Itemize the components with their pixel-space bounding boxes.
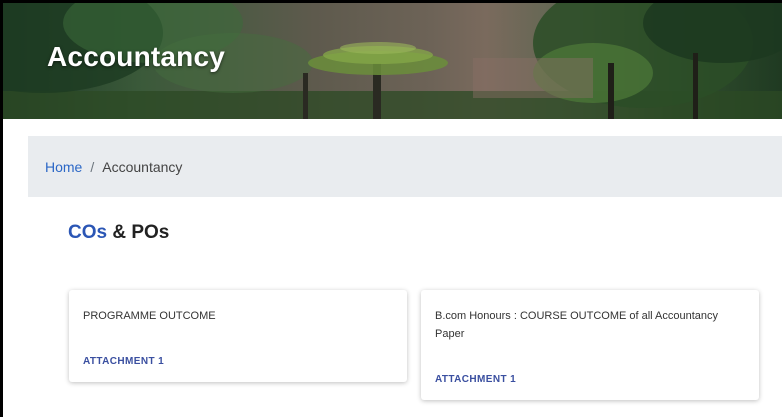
- outcome-card: B.com Honours : COURSE OUTCOME of all Ac…: [421, 290, 759, 400]
- breadcrumb: Home / Accountancy: [28, 136, 782, 197]
- section-heading-rest: & POs: [107, 222, 170, 243]
- card-title: PROGRAMME OUTCOME: [83, 310, 216, 322]
- outcome-card: PROGRAMME OUTCOME ATTACHMENT 1: [69, 290, 407, 382]
- section-heading: COs & POs: [68, 222, 169, 244]
- page-title: Accountancy: [47, 41, 226, 72]
- breadcrumb-home-link[interactable]: Home: [45, 159, 82, 175]
- page-banner: Accountancy: [3, 3, 782, 119]
- attachment-link[interactable]: ATTACHMENT 1: [83, 356, 164, 367]
- attachment-link[interactable]: ATTACHMENT 1: [435, 374, 516, 385]
- breadcrumb-separator: /: [90, 158, 95, 175]
- section-heading-accent: COs: [68, 222, 108, 243]
- card-title: B.com Honours : COURSE OUTCOME of all Ac…: [435, 310, 719, 340]
- page-frame: Accountancy Home / Accountancy COs & POs…: [3, 3, 782, 417]
- breadcrumb-current: Accountancy: [102, 158, 183, 175]
